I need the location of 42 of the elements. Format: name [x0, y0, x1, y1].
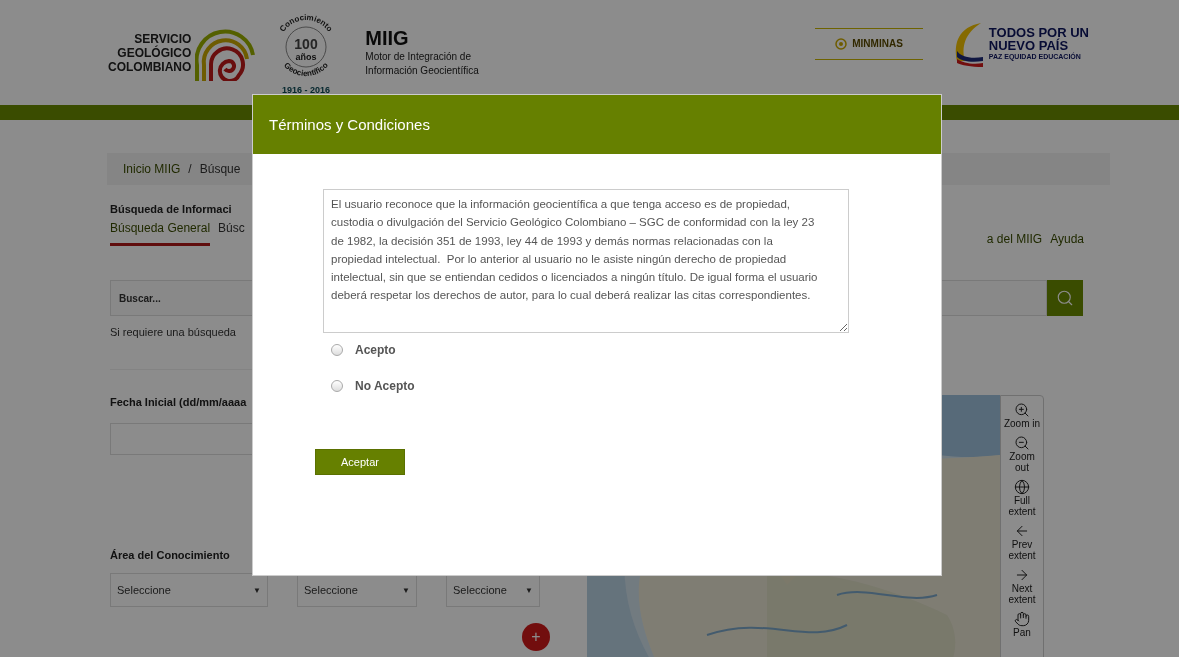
breadcrumb-link[interactable]: Inicio MIIG [123, 162, 181, 176]
app-name: MIIG [365, 27, 410, 50]
map-tool-button[interactable]: Zoom in [1002, 402, 1042, 429]
search-hint: Si requiere una búsqueda [110, 326, 237, 338]
agency-name: SERVICIO GEOLÓGICO COLOMBIANO [108, 31, 192, 74]
zoom-in-icon [1014, 402, 1030, 418]
radio-option[interactable]: No Acepto [331, 379, 848, 393]
accept-button[interactable]: Aceptar [315, 449, 405, 475]
field-label: Fecha Inicial (dd/mm/aaaa [110, 396, 248, 408]
breadcrumb-separator: / [188, 162, 192, 176]
app-subtitle: Motor de Integración de Información Geocientífica [365, 50, 479, 78]
search-tab[interactable]: Búsqueda General [110, 221, 211, 246]
section-title: Búsqueda de Informaci [110, 203, 233, 215]
terms-field[interactable]: El usuario reconoce que la información geocientífica a que tenga acceso es de propiedad, custodia o divulgación del Servicio Geológico Colombiano – SGC de conformidad con la ley 23 de 1982, la decisión 351 de 1993, ley 44 de 1993 y demás normas relacionadas con la propiedad intelectual. Por lo anterior al usuario no le asiste ningún derecho de propiedad intelectual, sin que se entiendan cedidos o licenciados a ningún título. De igual forma el usuario deberá respetar los derechos de autor, para lo cual deberá realizar las citas correspondientes. [323, 189, 849, 333]
select-dropdown[interactable]: Seleccione ▼ [110, 573, 268, 607]
map-tool-button[interactable]: Pan [1002, 611, 1042, 638]
nav-link[interactable]: Ayuda [1050, 232, 1084, 246]
coat-of-arms-icon [835, 37, 848, 50]
map-tool-button[interactable]: Zoom out [1002, 435, 1042, 473]
globe-icon [1014, 479, 1030, 495]
dialog-title: Términos y Condiciones [269, 116, 430, 133]
hand-icon [1014, 611, 1030, 627]
radio-option[interactable]: Acepto [331, 343, 848, 357]
search-button[interactable] [1047, 280, 1083, 316]
badge-years: 1916 - 2016 [282, 84, 331, 95]
map-tool-button[interactable]: Full extent [1002, 479, 1042, 517]
map-tool-button[interactable]: Next extent [1002, 567, 1042, 605]
zoom-out-icon [1014, 435, 1030, 451]
radio-icon[interactable] [331, 380, 343, 392]
field-label: Área del Conocimiento [110, 549, 231, 561]
search-tab[interactable]: Búsc [218, 221, 245, 246]
radio-icon[interactable] [331, 344, 343, 356]
arrow-left-icon [1014, 523, 1030, 539]
badge-number: 100 [294, 35, 318, 52]
map-tool-button[interactable]: Prev extent [1002, 523, 1042, 561]
ministry-name: MINMINAS [852, 38, 903, 49]
breadcrumb-current: Búsque [199, 162, 241, 176]
add-button[interactable]: + [522, 623, 550, 651]
arrow-right-icon [1014, 567, 1030, 583]
search-icon [1056, 289, 1074, 307]
nav-link[interactable]: a del MIIG [986, 232, 1043, 246]
badge-text: años [295, 51, 317, 62]
